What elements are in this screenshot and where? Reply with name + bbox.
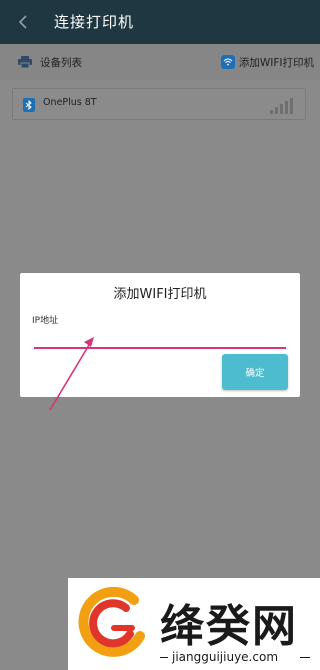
dialog-title: 添加WIFI打印机 [113, 287, 207, 302]
app-header: 连接打印机 [0, 0, 320, 44]
bluetooth-icon [23, 98, 35, 112]
watermark-url: jiangguijiuye.com [172, 650, 279, 664]
signal-bar [270, 110, 273, 114]
signal-bar [290, 98, 293, 114]
ip-address-input[interactable] [34, 327, 286, 349]
watermark-logo [78, 586, 145, 657]
watermark-divider [160, 657, 168, 658]
page-title: 连接打印机 [54, 13, 135, 31]
toolbar: 设备列表 添加WIFI打印机 [0, 44, 320, 80]
watermark-divider [300, 657, 310, 658]
watermark: 绛癸网 jiangguijiuye.com [68, 578, 320, 670]
ip-address-label: IP地址 [32, 316, 59, 326]
device-list-tab[interactable]: 设备列表 [18, 44, 82, 80]
printer-icon [18, 56, 32, 68]
add-wifi-printer-dialog: 添加WIFI打印机 IP地址 确定 [20, 273, 300, 397]
back-button[interactable] [10, 8, 38, 36]
page: 连接打印机 设备列表 添加WIFI打印机 OnePlus 8T 添加WIFI打印… [0, 0, 320, 670]
watermark-brand: 绛癸网 [160, 601, 298, 652]
chevron-left-icon [18, 15, 27, 29]
device-name: OnePlus 8T [43, 97, 97, 108]
signal-bar [285, 101, 288, 114]
device-list-item[interactable]: OnePlus 8T [12, 88, 306, 120]
signal-bar [280, 104, 283, 114]
device-list-label: 设备列表 [40, 56, 82, 69]
wifi-icon [220, 55, 235, 69]
confirm-button[interactable]: 确定 [222, 354, 288, 390]
add-wifi-printer-label: 添加WIFI打印机 [238, 56, 314, 69]
signal-bar [275, 107, 278, 114]
add-wifi-printer-button[interactable]: 添加WIFI打印机 [220, 44, 314, 80]
signal-strength-icon [270, 96, 293, 114]
